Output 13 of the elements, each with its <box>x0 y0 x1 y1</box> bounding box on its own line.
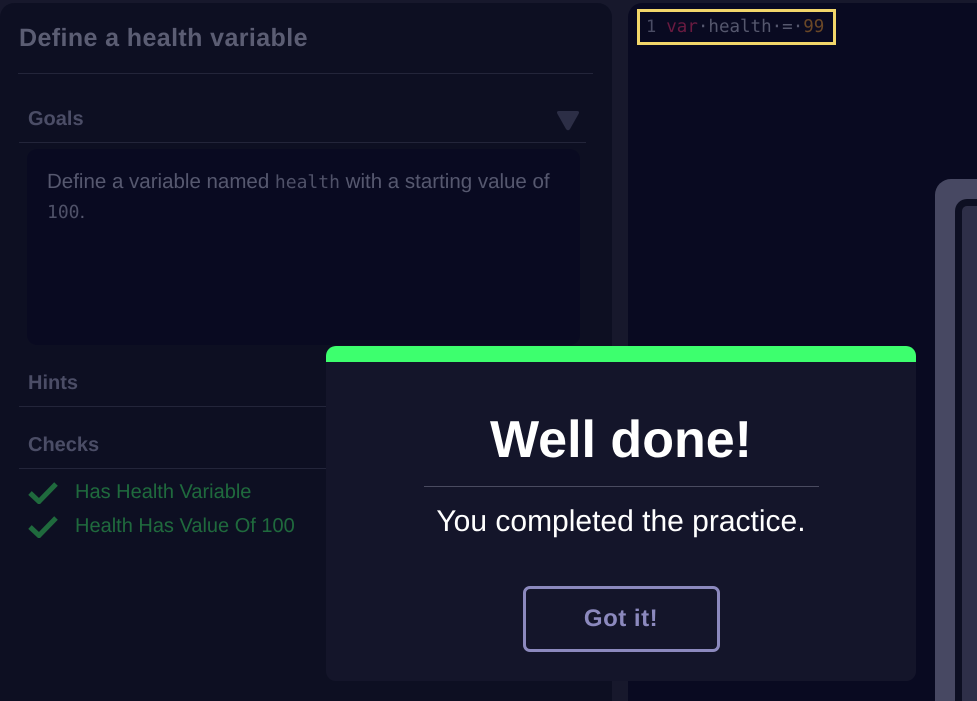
code-line[interactable]: var·health·=·99 <box>666 17 824 37</box>
section-title: Goals <box>28 108 84 131</box>
dialog-message: You completed the practice. <box>436 504 806 540</box>
goal-text: Define a variable named health with a starting value of 100. <box>47 169 551 225</box>
check-label: Health Has Value Of 100 <box>75 514 295 538</box>
line-number: 1 <box>646 17 656 37</box>
check-label: Has Health Variable <box>75 480 252 504</box>
lesson-title: Define a health variable <box>18 22 309 54</box>
triangle-icon[interactable] <box>556 108 580 130</box>
got-it-button[interactable]: Got it! <box>522 586 720 652</box>
section-title: Hints <box>28 372 78 395</box>
section-title: Checks <box>28 434 100 457</box>
section-header[interactable]: Goals <box>19 97 586 143</box>
